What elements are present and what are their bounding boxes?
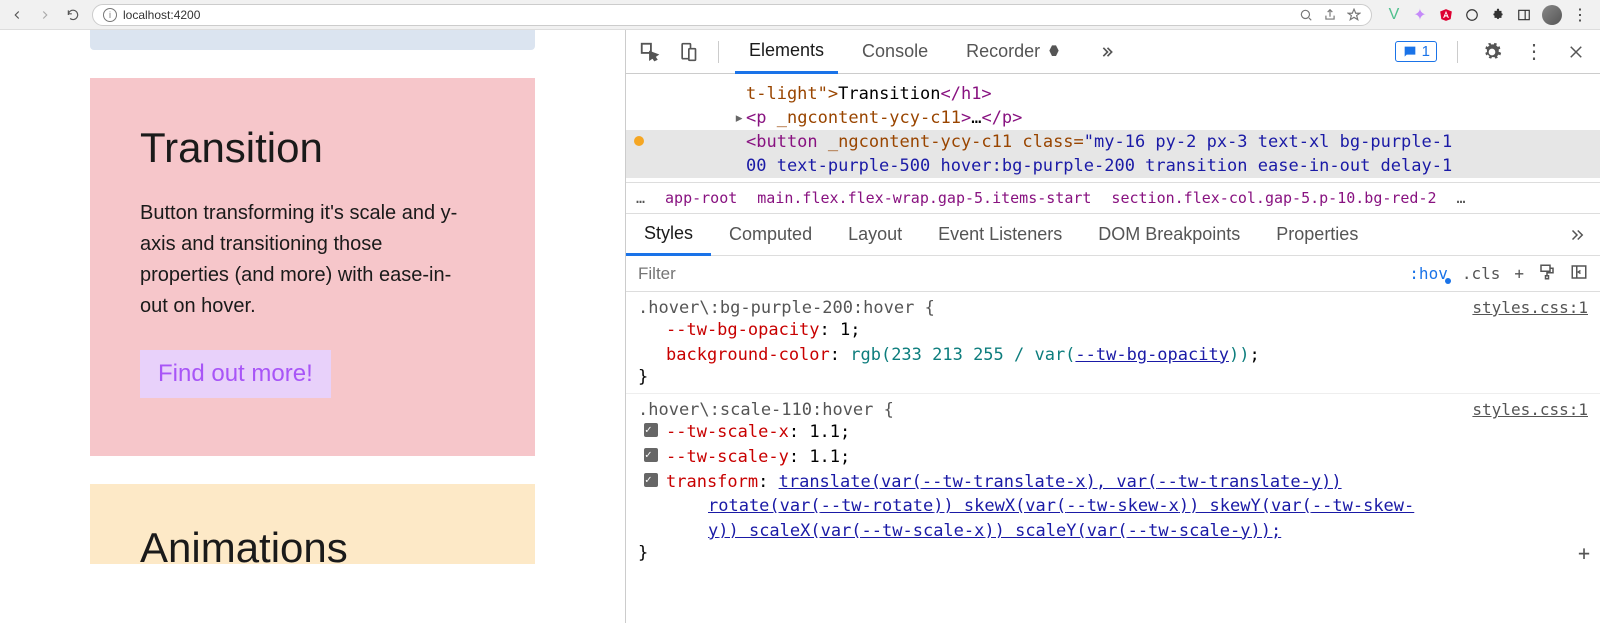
redux-ext-icon[interactable]: ✦ bbox=[1412, 7, 1428, 23]
styles-filter-row: :hov .cls + bbox=[626, 256, 1600, 292]
subtab-dom-breakpoints[interactable]: DOM Breakpoints bbox=[1080, 214, 1258, 256]
address-bar[interactable]: i localhost:4200 bbox=[92, 4, 1372, 26]
profile-avatar[interactable] bbox=[1542, 5, 1562, 25]
more-icon[interactable]: ⋮ bbox=[1520, 38, 1548, 66]
inspect-icon[interactable] bbox=[636, 38, 664, 66]
checkbox-icon[interactable] bbox=[644, 448, 658, 462]
back-button[interactable] bbox=[8, 6, 26, 24]
forward-button[interactable] bbox=[36, 6, 54, 24]
prev-card-partial bbox=[90, 30, 535, 50]
url-text: localhost:4200 bbox=[123, 8, 200, 22]
card-title: Transition bbox=[140, 124, 485, 172]
vue-ext-icon[interactable]: V bbox=[1386, 7, 1402, 23]
search-icon[interactable] bbox=[1299, 8, 1313, 22]
find-out-more-button[interactable]: Find out more! bbox=[140, 350, 331, 398]
close-devtools-icon[interactable] bbox=[1562, 38, 1590, 66]
browser-toolbar: i localhost:4200 V ✦ ⋮ bbox=[0, 0, 1600, 30]
subtabs-overflow-icon[interactable] bbox=[1550, 214, 1600, 256]
page-viewport: Transition Button transforming it's scal… bbox=[0, 30, 625, 623]
tabs-overflow-icon[interactable] bbox=[1086, 30, 1134, 74]
side-panel-icon[interactable] bbox=[1516, 7, 1532, 23]
source-link[interactable]: styles.css:1 bbox=[1472, 400, 1588, 419]
breadcrumb-item[interactable]: section.flex-col.gap-5.p-10.bg-red-2 bbox=[1111, 189, 1436, 207]
subtab-styles[interactable]: Styles bbox=[626, 214, 711, 256]
css-rule[interactable]: styles.css:1 .hover\:scale-110:hover { -… bbox=[626, 394, 1600, 569]
devtools-tabs: Elements Console Recorder 1 ⋮ bbox=[626, 30, 1600, 74]
angular-ext-icon[interactable] bbox=[1438, 7, 1454, 23]
subtab-event-listeners[interactable]: Event Listeners bbox=[920, 214, 1080, 256]
breadcrumb-item[interactable]: app-root bbox=[665, 189, 737, 207]
tab-elements[interactable]: Elements bbox=[735, 30, 838, 74]
extension-icons: V ✦ ⋮ bbox=[1382, 5, 1592, 25]
tab-recorder[interactable]: Recorder bbox=[952, 30, 1076, 74]
styles-subtabs: Styles Computed Layout Event Listeners D… bbox=[626, 214, 1600, 256]
subtab-layout[interactable]: Layout bbox=[830, 214, 920, 256]
paint-icon[interactable] bbox=[1538, 263, 1556, 285]
tab-console[interactable]: Console bbox=[848, 30, 942, 74]
source-link[interactable]: styles.css:1 bbox=[1472, 298, 1588, 317]
card-desc: Button transforming it's scale and y-axi… bbox=[140, 198, 460, 322]
selected-element[interactable]: <button _ngcontent-ycy-c11 class="my-16 … bbox=[626, 130, 1600, 154]
style-rules: styles.css:1 .hover\:bg-purple-200:hover… bbox=[626, 292, 1600, 569]
messages-badge[interactable]: 1 bbox=[1395, 41, 1437, 62]
devtools-panel: Elements Console Recorder 1 ⋮ t-light">T… bbox=[625, 30, 1600, 623]
breadcrumb-overflow[interactable]: … bbox=[636, 189, 645, 207]
elements-tree[interactable]: t-light">Transition</h1> ▸<p _ngcontent-… bbox=[626, 74, 1600, 182]
share-icon[interactable] bbox=[1323, 8, 1337, 22]
extensions-icon[interactable] bbox=[1490, 7, 1506, 23]
checkbox-icon[interactable] bbox=[644, 423, 658, 437]
settings-icon[interactable] bbox=[1478, 38, 1506, 66]
card-title: Animations bbox=[140, 524, 485, 564]
site-info-icon[interactable]: i bbox=[103, 8, 117, 22]
toggle-pane-icon[interactable] bbox=[1570, 263, 1588, 285]
subtab-properties[interactable]: Properties bbox=[1258, 214, 1376, 256]
styles-filter-input[interactable] bbox=[626, 264, 1397, 284]
breadcrumb-overflow[interactable]: … bbox=[1457, 189, 1466, 207]
checkbox-icon[interactable] bbox=[644, 473, 658, 487]
css-rule[interactable]: styles.css:1 .hover\:bg-purple-200:hover… bbox=[626, 292, 1600, 394]
device-icon[interactable] bbox=[674, 38, 702, 66]
address-right bbox=[1299, 8, 1361, 22]
breakpoint-dot-icon bbox=[634, 136, 644, 146]
privacy-ext-icon[interactable] bbox=[1464, 7, 1480, 23]
expand-icon[interactable]: ▸ bbox=[734, 108, 744, 128]
hov-toggle[interactable]: :hov bbox=[1409, 264, 1448, 283]
breadcrumb-item[interactable]: main.flex.flex-wrap.gap-5.items-start bbox=[757, 189, 1091, 207]
bookmark-icon[interactable] bbox=[1347, 8, 1361, 22]
menu-icon[interactable]: ⋮ bbox=[1572, 7, 1588, 23]
breadcrumb: … app-root main.flex.flex-wrap.gap-5.ite… bbox=[626, 182, 1600, 214]
add-declaration-icon[interactable]: + bbox=[1578, 541, 1590, 565]
animations-card: Animations bbox=[90, 484, 535, 564]
cls-toggle[interactable]: .cls bbox=[1462, 264, 1501, 283]
new-rule-icon[interactable]: + bbox=[1514, 264, 1524, 283]
subtab-computed[interactable]: Computed bbox=[711, 214, 830, 256]
reload-button[interactable] bbox=[64, 6, 82, 24]
transition-card: Transition Button transforming it's scal… bbox=[90, 78, 535, 456]
